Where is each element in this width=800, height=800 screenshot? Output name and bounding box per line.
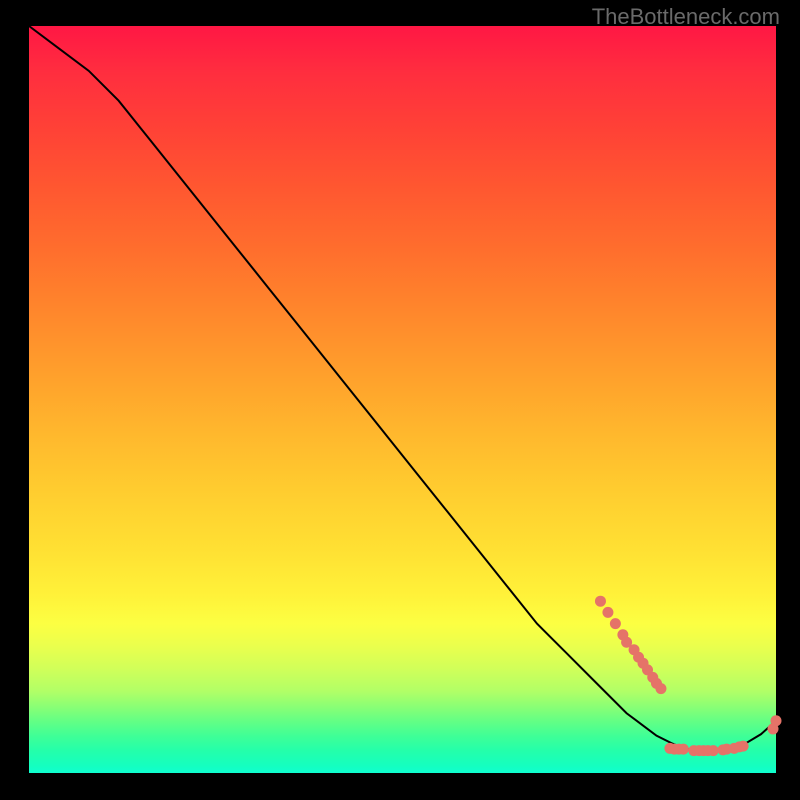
marker-group	[595, 596, 782, 756]
data-marker	[738, 741, 749, 752]
data-marker	[708, 745, 719, 756]
data-marker	[678, 744, 689, 755]
data-marker	[595, 596, 606, 607]
data-marker	[610, 618, 621, 629]
chart-svg	[29, 26, 776, 773]
bottleneck-curve-line	[29, 26, 776, 751]
data-marker	[655, 683, 666, 694]
watermark-text: TheBottleneck.com	[592, 4, 780, 30]
data-marker	[602, 607, 613, 618]
data-marker	[771, 715, 782, 726]
chart-plot-area	[29, 26, 776, 773]
